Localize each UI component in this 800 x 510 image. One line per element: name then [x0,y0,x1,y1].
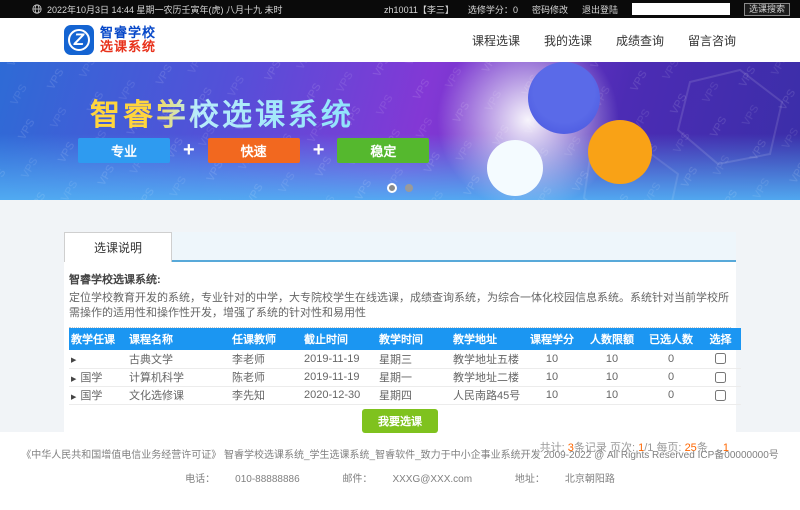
license-link[interactable]: 《中华人民共和国增值电信业务经营许可证》 [21,450,221,461]
table-row: ▶ 古典文学 李老师 2019-11-19 星期三 教学地址五楼 10 10 0 [69,350,741,368]
row-course-name: 文化选修课 [127,386,230,404]
row-selected-count: 0 [642,350,700,368]
badge-professional: 专业 [78,138,170,163]
col-teacher: 任课教师 [230,328,302,350]
col-credit: 课程学分 [522,328,582,350]
row-deadline: 2019-11-19 [302,368,377,386]
main-nav: 课程选课 我的选课 成绩查询 留言咨询 [472,32,736,49]
carousel-dot-2[interactable] [405,184,413,192]
nav-item-course-select[interactable]: 课程选课 [472,32,520,49]
site-logo[interactable]: Z 智睿学校 选课系统 [64,25,156,55]
footer-email: XXXG@XXX.com [392,474,472,485]
table-header-row: 教学任课 课程名称 任课教师 截止时间 教学时间 教学地址 课程学分 人数限额 … [69,328,741,350]
row-selected-count: 0 [642,368,700,386]
badge-fast: 快速 [208,138,300,163]
datetime-text: 2022年10月3日 14:44 星期一农历壬寅年(虎) 八月十九 未时 [47,3,283,16]
hero-banner: VPS VPS 智睿学校选课系统 专业 + 快速 + 稳定 [0,62,800,200]
logo-title-line2: 选课系统 [100,40,156,54]
row-course-name: 古典文学 [127,350,230,368]
footer-line1: 《中华人民共和国增值电信业务经营许可证》 智睿学校选课系统_学生选课系统_智睿软… [0,446,800,461]
row-category: 国学 [80,372,102,384]
nav-item-grades[interactable]: 成绩查询 [616,32,664,49]
copyright-text: 智睿学校选课系统_学生选课系统_智睿软件_致力于中小企事业系统开发 2009-2… [224,450,695,461]
decorative-blue-circle [528,62,600,134]
logo-z-icon: Z [64,25,94,55]
enroll-button[interactable]: 我要选课 [362,409,438,433]
course-table: 教学任课 课程名称 任课教师 截止时间 教学时间 教学地址 课程学分 人数限额 … [69,328,741,405]
row-address: 教学地址五楼 [451,350,522,368]
credits-label: 选修学分：0 [468,3,518,16]
row-teaching-time: 星期四 [377,386,451,404]
row-expand-icon[interactable]: ▶ [71,376,76,383]
credits-value: 0 [513,5,518,15]
row-expand-icon[interactable]: ▶ [71,394,76,401]
table-row: ▶国学 文化选修课 李先知 2020-12-30 星期四 人民南路45号 10 … [69,386,741,404]
carousel-dot-1[interactable] [387,183,397,193]
footer-phone: 010-88888886 [235,474,300,485]
nav-item-messages[interactable]: 留言咨询 [688,32,736,49]
row-deadline: 2019-11-19 [302,350,377,368]
col-course-name: 课程名称 [127,328,230,350]
row-limit: 10 [582,350,642,368]
site-header: Z 智睿学校 选课系统 课程选课 我的选课 成绩查询 留言咨询 [0,18,800,62]
row-select-checkbox[interactable] [715,390,726,401]
col-teaching-class: 教学任课 [69,328,127,350]
col-address: 教学地址 [451,328,522,350]
carousel-dots [387,184,413,193]
course-search-input[interactable] [632,3,730,15]
badge-stable: 稳定 [337,138,429,163]
row-limit: 10 [582,368,642,386]
row-category: 国学 [80,390,102,402]
row-credit: 10 [522,350,582,368]
row-selected-count: 0 [642,386,700,404]
row-address: 人民南路45号 [451,386,522,404]
row-select-checkbox[interactable] [715,353,726,364]
tab-course-instructions[interactable]: 选课说明 [64,232,172,262]
change-password-link[interactable]: 密码修改 [532,3,568,16]
intro-body: 定位学校教育开发的系统，专业针对的中学，大专院校学生在线选课，成绩查询系统，为综… [69,291,731,321]
intro-heading: 智睿学校选课系统: [69,271,731,287]
username-label: zh10011【李三】 [384,3,454,16]
row-expand-icon[interactable]: ▶ [71,357,76,364]
decorative-white-circle [487,140,543,196]
nav-item-my-courses[interactable]: 我的选课 [544,32,592,49]
row-credit: 10 [522,386,582,404]
row-teaching-time: 星期一 [377,368,451,386]
row-select-checkbox[interactable] [715,372,726,383]
row-address: 教学地址二楼 [451,368,522,386]
col-limit: 人数限额 [582,328,642,350]
logo-title-line1: 智睿学校 [100,26,156,40]
decorative-orange-circle [588,120,652,184]
row-limit: 10 [582,386,642,404]
table-row: ▶ 国学 计算机科学 陈老师 2019-11-19 星期一 教学地址二楼 10 1… [69,368,741,386]
main-content: 选课说明 智睿学校选课系统: 定位学校教育开发的系统，专业针对的中学，大专院校学… [0,200,800,432]
col-choose: 选择 [700,328,741,350]
row-credit: 10 [522,368,582,386]
plus-separator: + [313,139,325,162]
col-selected-count: 已选人数 [642,328,700,350]
row-teaching-time: 星期三 [377,350,451,368]
row-deadline: 2020-12-30 [302,386,377,404]
globe-icon [32,4,42,14]
footer-line2: 电话：010-88888886 邮件：XXXG@XXX.com 地址：北京朝阳路 [0,470,800,485]
row-teacher: 李老师 [230,350,302,368]
col-teaching-time: 教学时间 [377,328,451,350]
tab-strip: 选课说明 [64,232,736,262]
logout-link[interactable]: 退出登陆 [582,3,618,16]
col-deadline: 截止时间 [302,328,377,350]
plus-separator: + [183,139,195,162]
row-course-name: 计算机科学 [127,368,230,386]
row-teacher: 李先知 [230,386,302,404]
course-search-button[interactable]: 选课搜索 [744,3,790,16]
banner-title: 智睿学校选课系统 [90,90,354,134]
banner-badges: 专业 + 快速 + 稳定 [78,138,429,163]
icp-number: ICP备00000000号 [698,450,779,461]
row-teacher: 陈老师 [230,368,302,386]
top-status-bar: 2022年10月3日 14:44 星期一农历壬寅年(虎) 八月十九 未时 zh1… [0,0,800,18]
footer-address: 北京朝阳路 [565,474,615,485]
